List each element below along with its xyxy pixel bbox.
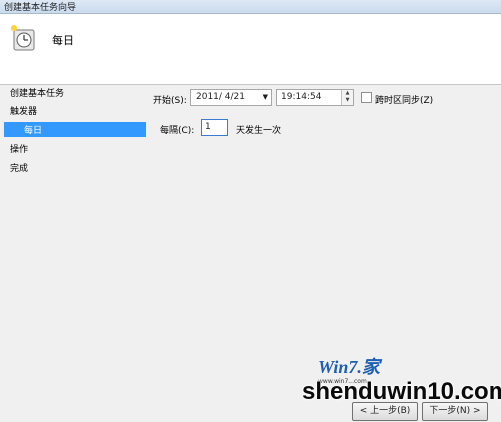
start-time-input[interactable]: 19:14:54 ▲ ▼ [276, 89, 354, 106]
spin-down-icon[interactable]: ▼ [342, 97, 353, 104]
window-title: 创建基本任务向导 [4, 3, 77, 13]
start-label: 开始(S): [153, 96, 187, 106]
watermark-text: shenduwin10.com [302, 378, 501, 405]
time-spinner[interactable]: ▲ ▼ [341, 90, 353, 105]
watermark-logo: Win7.家 [318, 357, 380, 377]
start-time-value: 19:14:54 [281, 92, 322, 102]
recur-label: 每隔(C): [160, 126, 195, 136]
page-title: 每日 [52, 34, 74, 47]
nav-item-trigger[interactable]: 触发器 [10, 104, 37, 117]
title-bar: 创建基本任务向导 [0, 0, 501, 14]
nav-item-create-basic-task[interactable]: 创建基本任务 [10, 86, 64, 99]
nav-item-daily-label: 每日 [24, 126, 43, 136]
spin-up-icon[interactable]: ▲ [342, 90, 353, 97]
sync-timezones-label: 跨时区同步(Z) [375, 96, 434, 106]
sync-timezones-checkbox[interactable] [361, 92, 372, 103]
nav-item-action[interactable]: 操作 [10, 142, 28, 155]
nav-item-daily[interactable]: 每日 [4, 122, 146, 137]
scheduled-clock-icon [11, 25, 35, 51]
nav-item-finish[interactable]: 完成 [10, 161, 28, 174]
start-date-picker[interactable]: 2011/ 4/21 ▼ [190, 89, 272, 106]
recur-suffix: 天发生一次 [236, 126, 282, 136]
start-date-value: 2011/ 4/21 [196, 92, 246, 102]
recur-days-value: 1 [205, 122, 211, 132]
wizard-header: 每日 [0, 14, 501, 85]
recur-days-input[interactable]: 1 [201, 119, 228, 136]
chevron-down-icon[interactable]: ▼ [263, 93, 268, 101]
